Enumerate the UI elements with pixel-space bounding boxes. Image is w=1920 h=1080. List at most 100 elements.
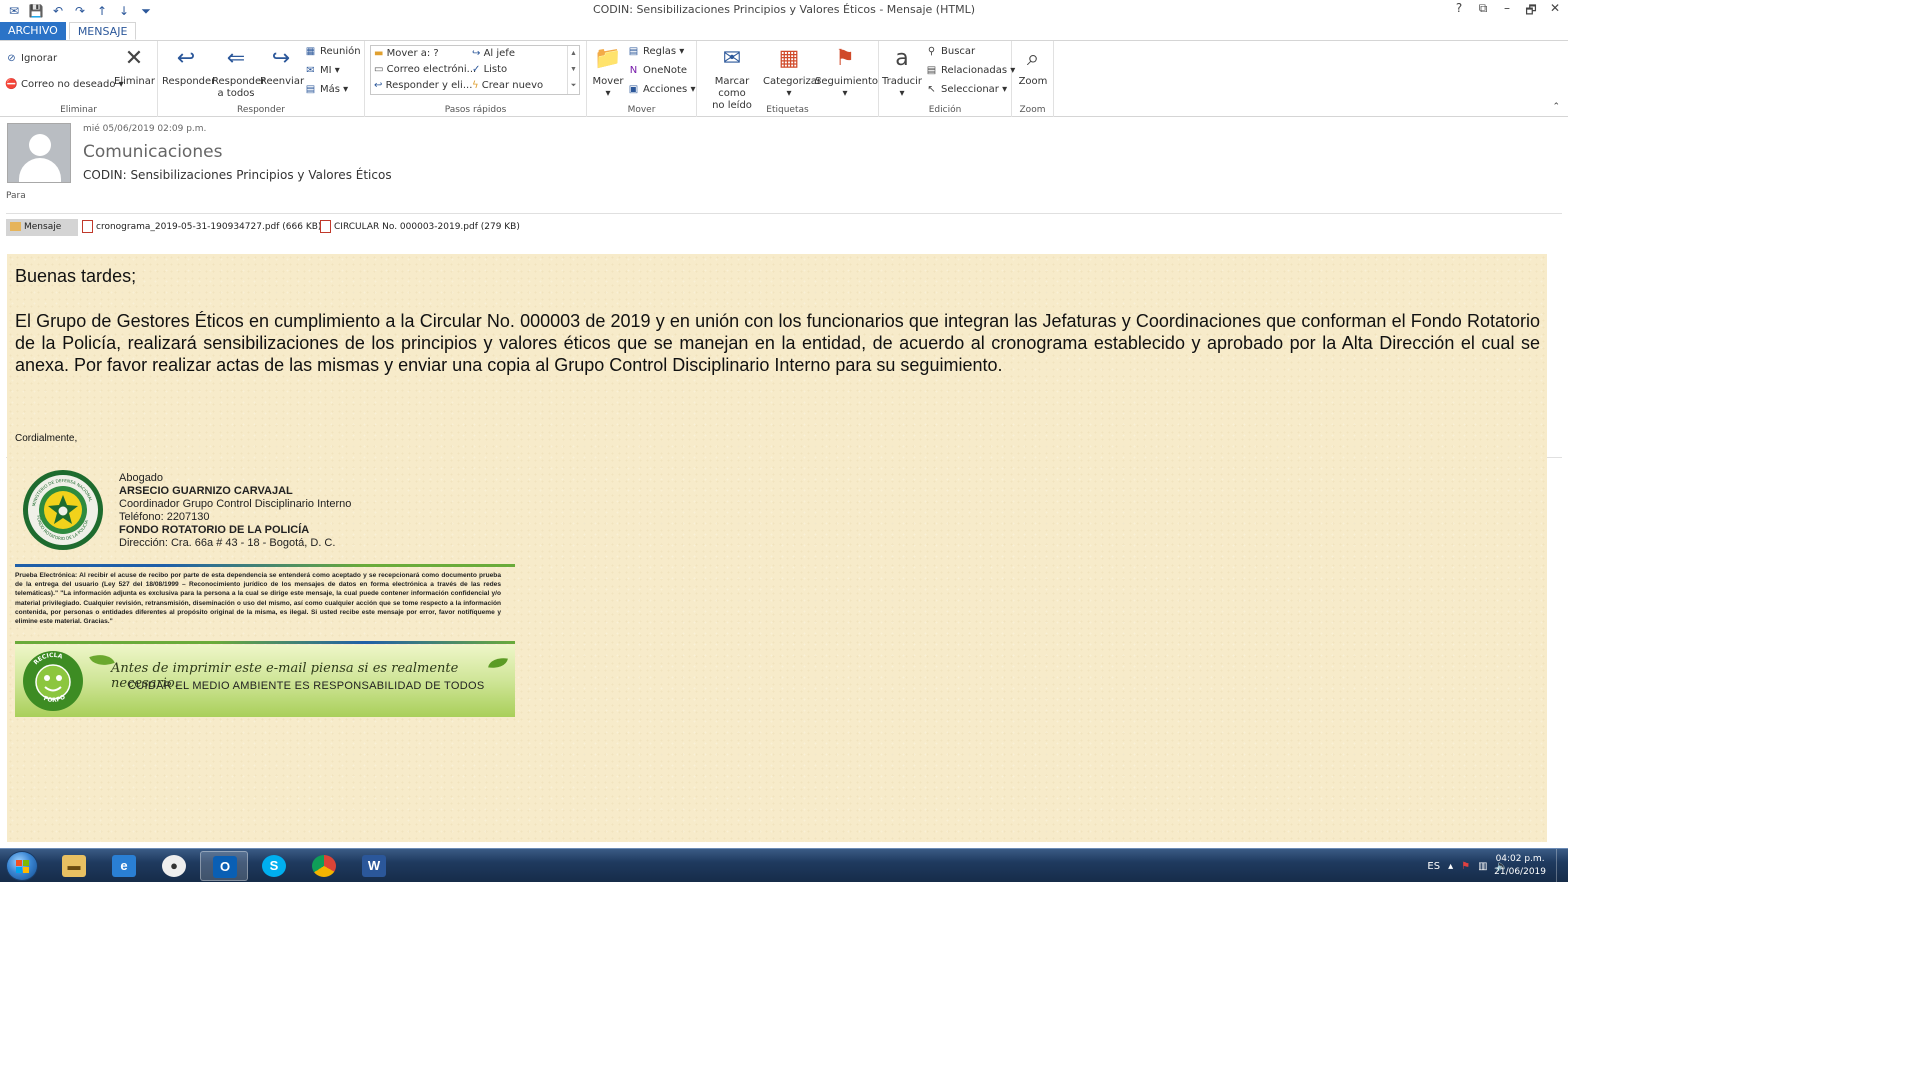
attachment-cronograma[interactable]: cronograma_2019-05-31-190934727.pdf (666… [82,219,321,236]
language-indicator[interactable]: ES [1427,861,1440,872]
greeting: Buenas tardes; [15,266,137,286]
legal-disclaimer: Prueba Electrónica: Al recibir el acuse … [15,572,501,626]
ignore-button[interactable]: ⊘ Ignorar [5,53,57,64]
ribbon-display-button[interactable]: ⧉ [1476,1,1490,22]
meeting-button[interactable]: ▦ Reunión [304,46,361,57]
tab-message[interactable]: MENSAJE [68,22,137,40]
sender-name[interactable]: Comunicaciones [83,142,222,162]
message-body: Buenas tardes; El Grupo de Gestores Étic… [7,254,1547,842]
quickstep-done-label: Listo [483,64,508,75]
tab-file[interactable]: ARCHIVO [0,22,66,40]
junk-icon: ⛔ [5,79,18,90]
related-icon: ▤ [926,65,937,76]
onenote-icon: N [629,65,638,76]
quickstep-done[interactable]: ✓ Listo [472,64,507,75]
start-button[interactable] [6,851,38,881]
attachment-message[interactable]: Mensaje [6,219,78,236]
taskbar: ▬ e ● O S W ES ▴ ⚑ ▥ 🔈 04:02 p.m. 21/06/… [0,848,1568,883]
quickstep-reply-delete-label: Responder y eli... [385,80,473,91]
group-label-responder: Responder [237,105,285,115]
show-hidden-icons-icon[interactable]: ▴ [1448,861,1453,872]
up-icon[interactable]: ↑ [94,3,110,19]
select-button[interactable]: ↖ Seleccionar ▾ [925,84,1007,95]
gallery-scroll[interactable]: ▲ ▼ ⏷ [567,46,579,94]
ribbon-tabs: ARCHIVO MENSAJE [0,22,1568,41]
undo-icon[interactable]: ↶ [50,3,66,19]
forward-button[interactable]: ↪ Reenviar [260,45,304,88]
body-paragraph: El Grupo de Gestores Éticos en cumplimie… [15,311,1540,375]
quickstep-to-boss[interactable]: ↪ Al jefe [472,48,515,59]
signature: Abogado ARSECIO GUARNIZO CARVAJAL Coordi… [119,472,351,550]
reply-icon: ↩ [176,46,196,71]
taskbar-ie[interactable]: e [100,851,148,881]
clock[interactable]: 04:02 p.m. 21/06/2019 [1494,853,1546,879]
more-icon: ▤ [305,84,316,95]
collapse-ribbon-icon[interactable]: ⌃ [1552,101,1560,112]
more-label: Más [320,84,340,95]
related-button[interactable]: ▤ Relacionadas ▾ [925,65,1016,76]
quick-access-toolbar: ✉ 💾 ↶ ↷ ↑ ↓ ⏷ [0,0,154,22]
redo-icon[interactable]: ↷ [72,3,88,19]
eco-slogan: CUIDAR EL MEDIO AMBIENTE ES RESPONSABILI… [128,680,485,692]
im-label: MI [320,65,332,76]
down-icon[interactable]: ↓ [116,3,132,19]
zoom-button[interactable]: ⌕ Zoom [1014,45,1052,88]
to-label: Para [6,191,26,201]
rules-button[interactable]: ▤ Reglas ▾ [627,46,685,57]
attachment-bar: Mensaje cronograma_2019-05-31-190934727.… [0,217,1568,458]
quickstep-move-to[interactable]: ▬ Mover a: ? [374,48,439,59]
signature-org: FONDO ROTATORIO DE LA POLICÍA [119,524,310,536]
group-edicion: a Traducir ▾ ⚲ Buscar ▤ Relacionadas ▾ ↖ Sele… [879,41,1016,117]
quickstep-email[interactable]: ▭ Correo electróni... [374,64,476,75]
select-label: Seleccionar [941,84,999,95]
restore-button[interactable]: 🗗 [1524,1,1538,22]
sent-date: mié 05/06/2019 02:09 p.m. [83,124,207,134]
quickstep-reply-delete[interactable]: ↩ Responder y eli... [374,80,472,91]
reply-button[interactable]: ↩ Responder [162,45,215,88]
actions-button[interactable]: ▣ Acciones ▾ [627,84,696,95]
divider-line [15,564,515,567]
delete-button[interactable]: ✕ Eliminar [114,45,155,88]
taskbar-explorer[interactable]: ▬ [50,851,98,881]
delete-icon: ✕ [124,46,144,71]
find-button[interactable]: ⚲ Buscar [925,46,975,57]
show-desktop-button[interactable] [1556,849,1568,883]
quickstep-create[interactable]: ϟ Crear nuevo [472,80,543,91]
translate-button[interactable]: a Traducir ▾ [881,45,923,100]
taskbar-word[interactable]: W [350,851,398,881]
check-icon: ✓ [472,64,481,75]
junk-button[interactable]: ⛔ Correo no deseado ▾ [5,79,123,90]
taskbar-outlook[interactable]: O [200,851,248,881]
taskbar-chrome[interactable] [300,851,348,881]
network-icon[interactable]: ▥ [1478,861,1487,872]
im-button[interactable]: ✉ MI ▾ [304,65,339,76]
reply-all-button[interactable]: ⇐ Responder a todos [212,45,265,100]
taskbar-pidgin[interactable]: ● [150,851,198,881]
window-title: CODIN: Sensibilizaciones Principios y Va… [592,3,976,16]
help-button[interactable]: ? [1452,1,1466,22]
quickstep-to-boss-label: Al jefe [483,48,515,59]
action-center-icon[interactable]: ⚑ [1461,861,1470,872]
outlook-icon: O [213,856,237,878]
pdf-icon [320,220,331,233]
title-bar: ✉ 💾 ↶ ↷ ↑ ↓ ⏷ CODIN: Sensibilizaciones P… [0,0,1568,22]
move-button[interactable]: 📁 Mover ▾ [589,45,627,100]
forward-boss-icon: ↪ [472,48,481,59]
customize-icon[interactable]: ⏷ [138,3,154,19]
categorize-label: Categorizar [763,76,822,87]
followup-button[interactable]: ⚑ Seguimiento ▾ [815,45,878,100]
signature-address: Dirección: Cra. 66a # 43 - 18 - Bogotá, … [119,537,336,549]
signature-phone: Teléfono: 2207130 [119,511,210,523]
attachment-circular[interactable]: CIRCULAR No. 000003-2019.pdf (279 KB) [320,219,520,236]
more-button[interactable]: ▤ Más ▾ [304,84,348,95]
mark-unread-button[interactable]: ✉ Marcar como no leído [701,45,763,112]
mail-icon[interactable]: ✉ [6,3,22,19]
onenote-button[interactable]: N OneNote [627,65,687,76]
minimize-button[interactable]: – [1500,1,1514,22]
categorize-button[interactable]: ▦ Categorizar ▾ [763,45,821,100]
save-icon[interactable]: 💾 [28,3,44,19]
close-button[interactable]: ✕ [1548,1,1562,22]
taskbar-skype[interactable]: S [250,851,298,881]
meeting-label: Reunión [320,46,361,57]
group-label-eliminar: Eliminar [60,105,97,115]
